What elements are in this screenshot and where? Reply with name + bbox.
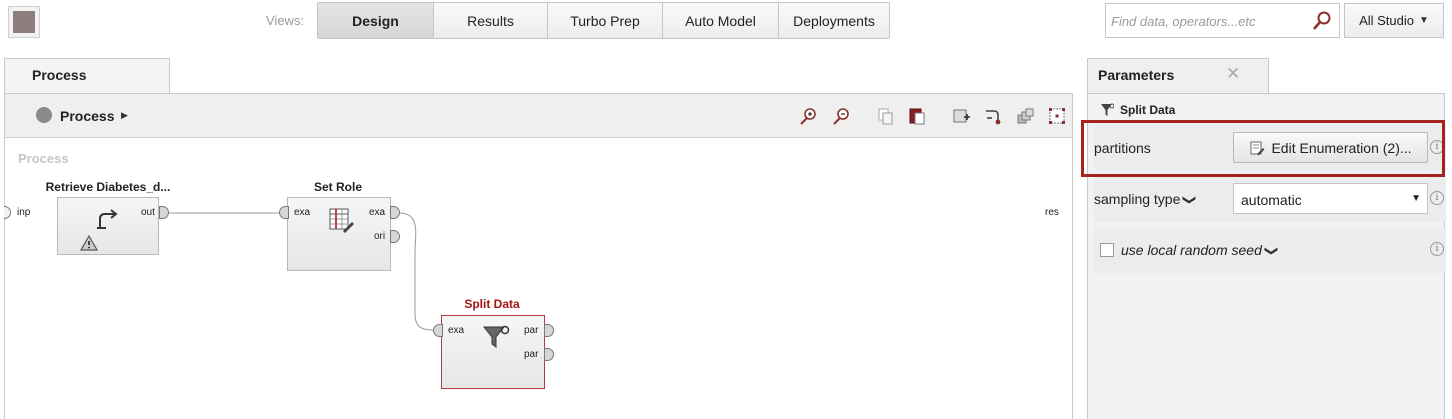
info-icon[interactable]: i [1430,191,1444,205]
tab-process[interactable]: Process [4,58,170,94]
port-label-exa: exa [369,207,386,218]
operator-retrieve[interactable] [57,197,159,255]
view-tabs: Design Results Turbo Prep Auto Model Dep… [317,2,890,39]
operator-title-split-data: Split Data [464,297,520,311]
sampling-type-label[interactable]: sampling type ❯ [1094,191,1198,208]
split-data-icon [482,325,510,348]
process-panel: Process ▶ Process inp res Retrieve Diabe… [4,93,1073,419]
retrieve-icon [97,209,118,229]
view-tab-design[interactable]: Design [318,3,434,38]
port-label-exa: exa [294,207,311,218]
warning-icon[interactable] [80,235,98,251]
studio-filter-label: All Studio [1359,13,1414,28]
view-tab-auto-model[interactable]: Auto Model [663,3,779,38]
close-icon[interactable]: ✕ [1226,64,1240,84]
input-port-exa[interactable] [433,324,443,337]
dropdown-arrow-icon: ▼ [1411,193,1421,204]
param-row-sampling-type: sampling type ❯ automatic ▼ i [1094,176,1446,222]
search-placeholder: Find data, operators...etc [1111,14,1256,29]
port-label-out: out [141,207,155,218]
view-tab-deployments[interactable]: Deployments [779,3,889,38]
selected-operator-name: Split Data [1120,103,1176,117]
port-label-par: par [524,325,539,336]
split-data-icon [1101,103,1114,116]
highlight-annotation-box [1081,120,1445,177]
operator-title-retrieve: Retrieve Diabetes_d... [45,180,171,194]
local-random-seed-label[interactable]: use local random seed ❯ [1121,242,1279,259]
views-label: Views: [266,13,305,28]
studio-filter-dropdown[interactable]: All Studio ▼ [1344,3,1444,38]
set-role-icon [329,208,354,233]
tab-parameters[interactable]: Parameters ✕ [1087,58,1269,94]
operator-title-set-role: Set Role [313,180,362,194]
info-icon[interactable]: i [1430,242,1444,256]
app-logo[interactable] [8,6,40,38]
search-icon[interactable] [1311,10,1333,32]
port-label-ori: ori [374,231,386,242]
local-random-seed-checkbox[interactable] [1100,243,1114,257]
caret-down-icon: ▼ [1419,15,1429,26]
view-tab-turbo-prep[interactable]: Turbo Prep [548,3,663,38]
parameters-tab-label: Parameters [1098,67,1175,83]
input-port-exa[interactable] [279,206,289,219]
selected-operator-header: Split Data [1100,103,1175,117]
top-toolbar: Views: Design Results Turbo Prep Auto Mo… [0,0,1452,46]
sampling-type-value: automatic [1241,192,1302,208]
param-row-local-random-seed: use local random seed ❯ i [1094,227,1446,273]
sampling-type-select[interactable]: automatic ▼ [1233,183,1428,214]
port-label-par: par [524,349,539,360]
chevron-down-icon[interactable]: ❯ [1182,195,1198,206]
search-input[interactable]: Find data, operators...etc [1105,3,1340,38]
view-tab-results[interactable]: Results [434,3,548,38]
chevron-down-icon[interactable]: ❯ [1263,246,1279,257]
port-label-exa: exa [448,325,465,336]
